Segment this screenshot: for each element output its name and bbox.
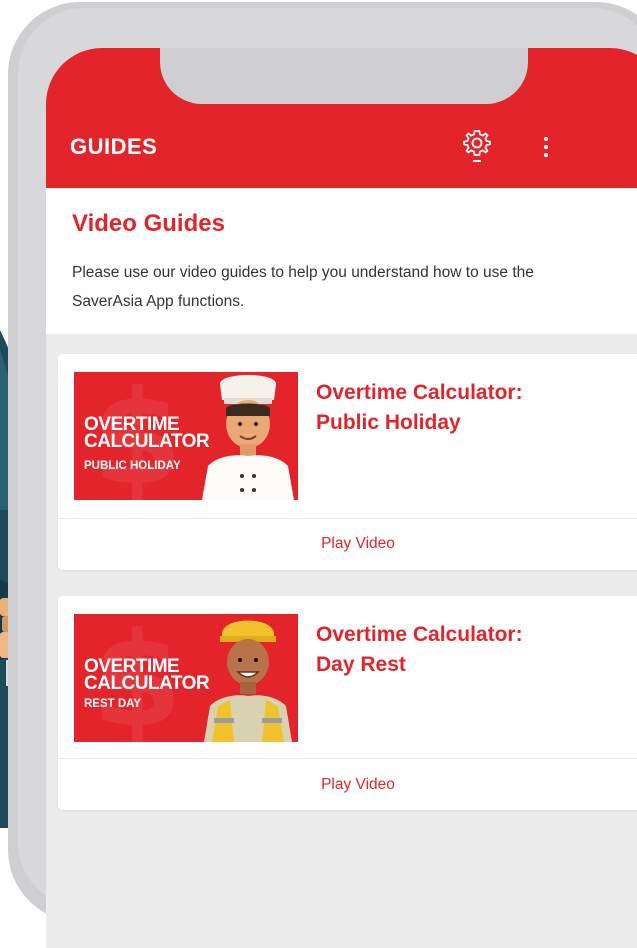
gear-icon[interactable]: [462, 128, 492, 164]
video-title: Overtime Calculator: Public Holiday: [316, 378, 616, 438]
phone-screen: GUIDES Video Guides Please use our video…: [46, 48, 637, 948]
video-title-line1: Overtime Calculator:: [316, 623, 523, 646]
play-video-button[interactable]: Play Video: [58, 776, 637, 794]
page-title: GUIDES: [70, 134, 158, 159]
chef-illustration: [202, 375, 294, 500]
thumbnail-heading: OVERTIME CALCULATOR: [84, 657, 210, 694]
video-title-line2: Public Holiday: [316, 411, 461, 434]
video-thumbnail[interactable]: $ OVERTIME CALCULATOR PUBLIC HOLIDAY: [74, 372, 298, 500]
section-description: Please use our video guides to help you …: [72, 264, 534, 310]
video-card-public-holiday[interactable]: $ OVERTIME CALCULATOR PUBLIC HOLIDAY Ove…: [58, 354, 637, 570]
thumbnail-heading: OVERTIME CALCULATOR: [84, 415, 210, 452]
thumbnail-subtitle: PUBLIC HOLIDAY: [84, 460, 181, 472]
phone-notch: [160, 48, 528, 104]
thumbnail-line2: CALCULATOR: [84, 431, 210, 452]
thumbnail-line2: CALCULATOR: [84, 673, 210, 694]
more-vertical-icon[interactable]: [540, 134, 552, 164]
app-header: GUIDES: [46, 48, 637, 188]
section-title: Video Guides: [72, 210, 225, 237]
card-divider: [58, 518, 637, 519]
thumbnail-subtitle: REST DAY: [84, 698, 142, 710]
video-card-rest-day[interactable]: $ OVERTIME CALCULATOR REST DAY Overtime …: [58, 596, 637, 810]
card-divider: [58, 758, 637, 759]
video-title-line2: Day Rest: [316, 653, 406, 676]
play-video-button[interactable]: Play Video: [58, 535, 637, 553]
video-thumbnail[interactable]: $ OVERTIME CALCULATOR REST DAY: [74, 614, 298, 742]
intro-section: Video Guides Please use our video guides…: [46, 188, 637, 334]
video-title: Overtime Calculator: Day Rest: [316, 620, 616, 680]
worker-illustration: [204, 620, 292, 742]
video-title-line1: Overtime Calculator:: [316, 381, 523, 404]
